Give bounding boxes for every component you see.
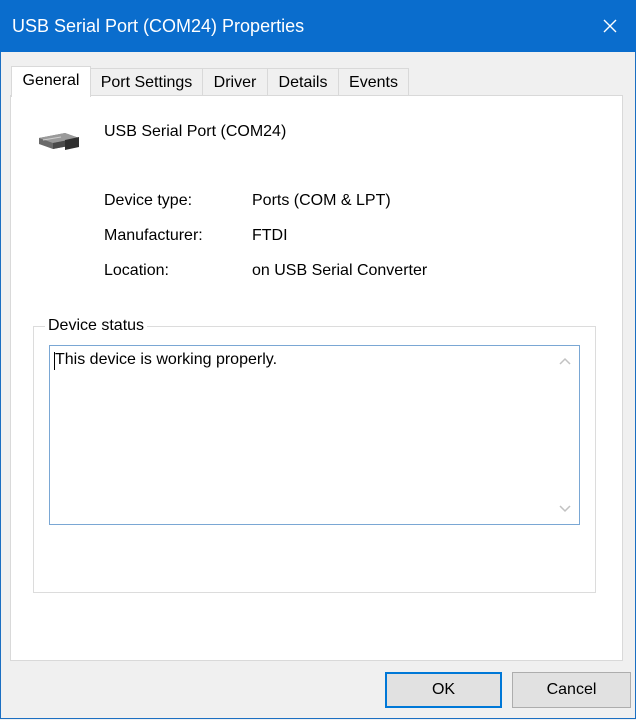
device-status-group: Device status This device is working pro… <box>33 317 596 593</box>
device-name: USB Serial Port (COM24) <box>104 123 287 140</box>
scroll-down-icon[interactable] <box>552 497 578 521</box>
manufacturer-label: Manufacturer: <box>104 227 203 244</box>
cancel-button[interactable]: Cancel <box>512 672 631 708</box>
tab-events[interactable]: Events <box>338 68 409 96</box>
window-title: USB Serial Port (COM24) Properties <box>12 16 305 36</box>
title-bar: USB Serial Port (COM24) Properties <box>0 0 636 52</box>
general-tab-panel: USB Serial Port (COM24) Device type: Por… <box>10 95 623 661</box>
ok-button[interactable]: OK <box>385 672 502 708</box>
vertical-scrollbar[interactable] <box>552 347 578 523</box>
location-value: on USB Serial Converter <box>252 262 428 279</box>
tab-port-settings[interactable]: Port Settings <box>90 68 203 96</box>
tab-driver[interactable]: Driver <box>202 68 268 96</box>
manufacturer-value: FTDI <box>252 227 288 244</box>
tab-details[interactable]: Details <box>267 68 339 96</box>
device-type-value: Ports (COM & LPT) <box>252 192 391 209</box>
tab-general[interactable]: General <box>11 66 91 97</box>
serial-port-connector-icon <box>35 129 83 157</box>
close-icon[interactable] <box>594 10 626 42</box>
device-status-label: Device status <box>45 317 148 335</box>
device-status-textbox[interactable]: This device is working properly. <box>49 345 580 525</box>
location-label: Location: <box>104 262 169 279</box>
device-type-label: Device type: <box>104 192 193 209</box>
scroll-up-icon[interactable] <box>552 349 578 373</box>
device-status-text: This device is working properly. <box>55 351 278 368</box>
